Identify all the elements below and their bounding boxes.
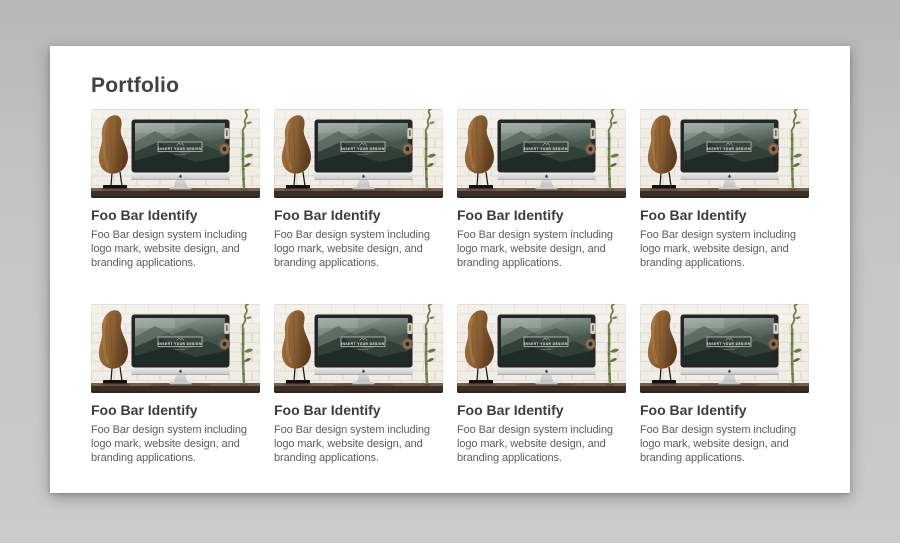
portfolio-item: Foo Bar Identify Foo Bar design system i… (457, 109, 626, 270)
portfolio-thumbnail[interactable] (91, 304, 260, 393)
portfolio-item-description: Foo Bar design system including logo mar… (640, 228, 809, 270)
portfolio-thumbnail[interactable] (91, 109, 260, 198)
portfolio-item-description: Foo Bar design system including logo mar… (274, 423, 443, 465)
page-title: Portfolio (91, 73, 809, 98)
portfolio-item-description: Foo Bar design system including logo mar… (91, 423, 260, 465)
portfolio-item-title: Foo Bar Identify (91, 207, 260, 223)
portfolio-item: Foo Bar Identify Foo Bar design system i… (91, 304, 260, 465)
portfolio-thumbnail[interactable] (274, 304, 443, 393)
portfolio-item: Foo Bar Identify Foo Bar design system i… (91, 109, 260, 270)
portfolio-item: Foo Bar Identify Foo Bar design system i… (457, 304, 626, 465)
portfolio-grid: Foo Bar Identify Foo Bar design system i… (91, 109, 809, 465)
portfolio-item-description: Foo Bar design system including logo mar… (91, 228, 260, 270)
portfolio-item-title: Foo Bar Identify (457, 207, 626, 223)
portfolio-thumbnail[interactable] (457, 304, 626, 393)
portfolio-thumbnail[interactable] (640, 109, 809, 198)
portfolio-thumbnail[interactable] (457, 109, 626, 198)
portfolio-item-title: Foo Bar Identify (274, 207, 443, 223)
portfolio-item-description: Foo Bar design system including logo mar… (457, 228, 626, 270)
portfolio-item-title: Foo Bar Identify (640, 207, 809, 223)
portfolio-item-description: Foo Bar design system including logo mar… (274, 228, 443, 270)
portfolio-item-description: Foo Bar design system including logo mar… (457, 423, 626, 465)
portfolio-item-description: Foo Bar design system including logo mar… (640, 423, 809, 465)
portfolio-item: Foo Bar Identify Foo Bar design system i… (274, 304, 443, 465)
portfolio-item: Foo Bar Identify Foo Bar design system i… (640, 304, 809, 465)
portfolio-item-title: Foo Bar Identify (91, 402, 260, 418)
portfolio-thumbnail[interactable] (640, 304, 809, 393)
portfolio-item: Foo Bar Identify Foo Bar design system i… (274, 109, 443, 270)
page-card: Portfolio Foo Bar Identify Foo Bar desig… (50, 46, 850, 493)
portfolio-item-title: Foo Bar Identify (457, 402, 626, 418)
portfolio-item-title: Foo Bar Identify (640, 402, 809, 418)
portfolio-thumbnail[interactable] (274, 109, 443, 198)
portfolio-item: Foo Bar Identify Foo Bar design system i… (640, 109, 809, 270)
portfolio-item-title: Foo Bar Identify (274, 402, 443, 418)
